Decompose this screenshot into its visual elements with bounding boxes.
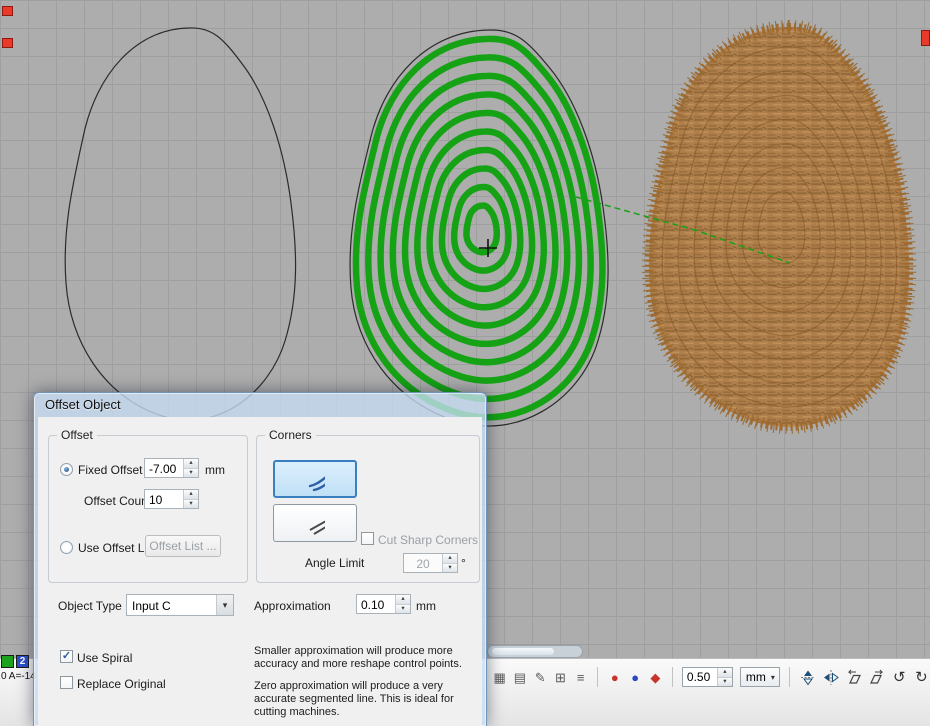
approximation-label: Approximation [254, 599, 331, 613]
object-type-label: Object Type [58, 599, 122, 613]
approximation-input[interactable]: 0.10 [356, 594, 411, 614]
offset-group: Offset Fixed Offset -7.00 mm Offset Coun… [48, 435, 248, 583]
approximation-spinner[interactable] [395, 595, 410, 613]
marker-icon[interactable]: ◆ [648, 669, 663, 686]
stitched-object[interactable] [649, 27, 909, 427]
offset-count-input[interactable]: 10 [144, 489, 199, 509]
object-type-dropdown[interactable]: Input C [126, 594, 234, 616]
offset-rings [356, 39, 603, 417]
sequence-icon[interactable]: ≡ [573, 669, 588, 686]
round-corners-icon [305, 470, 325, 488]
toolbar-separator [672, 667, 673, 687]
add-object-icon[interactable]: ⊞ [553, 669, 568, 686]
angle-limit-value: 20 [404, 554, 442, 572]
flip-vertical-icon[interactable] [799, 668, 817, 686]
angle-limit-unit: ° [461, 556, 466, 570]
approximation-unit: mm [416, 599, 436, 613]
fixed-offset-input[interactable]: -7.00 [144, 458, 199, 478]
status-text: 0 A=-14 [1, 671, 36, 682]
offset-object-dialog: Offset Object Offset Fixed Offset -7.00 … [33, 392, 487, 726]
selection-handle-3[interactable] [921, 30, 930, 46]
grid-icon[interactable]: ▦ [492, 669, 507, 686]
help-text: Smaller approximation will produce more … [254, 645, 482, 719]
use-spiral-checkbox[interactable] [60, 650, 73, 663]
reshape-icon[interactable]: ✎ [533, 669, 548, 686]
replace-original-label[interactable]: Replace Original [77, 677, 166, 691]
angle-limit-input[interactable]: 20 [403, 553, 458, 573]
cut-sharp-corners-label[interactable]: Cut Sharp Corners [378, 533, 478, 547]
fixed-offset-radio[interactable] [60, 463, 73, 476]
rotate-cw-icon[interactable]: ↻ [913, 668, 930, 686]
color-swatch-1[interactable] [1, 655, 14, 668]
units-label: mm [746, 670, 766, 686]
fixed-offset-label[interactable]: Fixed Offset [78, 463, 142, 477]
toolbar-separator [597, 667, 598, 687]
horizontal-scrollbar[interactable] [487, 645, 583, 658]
offset-group-label: Offset [57, 428, 97, 442]
round-corners-button[interactable] [273, 460, 357, 498]
selection-handle-2[interactable] [2, 38, 13, 48]
offset-list-button[interactable]: Offset List ... [145, 535, 221, 557]
fabric-icon[interactable]: ▤ [512, 669, 527, 686]
cut-sharp-corners-checkbox[interactable] [361, 532, 374, 545]
stitch-spacing-spinner[interactable] [717, 668, 732, 686]
corners-group: Corners Cut Sharp Corners Angle Limit 20 [256, 435, 480, 583]
stitch-spacing-input[interactable]: 0.50 [682, 667, 733, 687]
rotate-ccw-icon[interactable]: ↺ [891, 668, 908, 686]
angle-limit-spinner[interactable] [442, 554, 457, 572]
dialog-titlebar[interactable]: Offset Object [34, 393, 486, 415]
skew-right-icon[interactable] [868, 668, 886, 686]
help-paragraph-2: Zero approximation will produce a very a… [254, 680, 482, 719]
start-point-icon[interactable]: ● [607, 669, 622, 686]
object-type-value: Input C [127, 595, 216, 615]
angle-limit-label: Angle Limit [305, 556, 364, 570]
flip-horizontal-icon[interactable] [822, 668, 840, 686]
use-spiral-label[interactable]: Use Spiral [77, 651, 132, 665]
offset-count-label: Offset Count [84, 494, 151, 508]
offset-object[interactable] [350, 30, 608, 426]
fixed-offset-unit: mm [205, 463, 225, 477]
units-dropdown[interactable]: mm [740, 667, 780, 687]
offset-count-spinner[interactable] [183, 490, 198, 508]
chevron-down-icon[interactable] [216, 595, 233, 615]
skew-left-icon[interactable] [845, 668, 863, 686]
end-point-icon[interactable]: ● [627, 669, 642, 686]
outline-object[interactable] [65, 28, 295, 420]
approximation-value: 0.10 [357, 595, 395, 613]
fixed-offset-spinner[interactable] [183, 459, 198, 477]
use-offset-list-radio[interactable] [60, 541, 73, 554]
fixed-offset-value: -7.00 [145, 459, 183, 477]
stitch-spacing-value: 0.50 [683, 668, 717, 686]
offset-count-value: 10 [145, 490, 183, 508]
dialog-title: Offset Object [45, 397, 121, 412]
scrollbar-thumb[interactable] [492, 648, 554, 655]
help-paragraph-1: Smaller approximation will produce more … [254, 645, 482, 671]
toolbar-separator [789, 667, 790, 687]
sharp-corners-icon [305, 514, 325, 532]
corners-group-label: Corners [265, 428, 316, 442]
design-canvas[interactable]: ▦ ▤ ✎ ⊞ ≡ ● ● ◆ 0.50 mm [0, 0, 930, 726]
color-swatch-2[interactable]: 2 [16, 655, 29, 668]
selection-handle-1[interactable] [2, 6, 13, 16]
dialog-body: Offset Fixed Offset -7.00 mm Offset Coun… [38, 417, 482, 726]
replace-original-checkbox[interactable] [60, 676, 73, 689]
sharp-corners-button[interactable] [273, 504, 357, 542]
